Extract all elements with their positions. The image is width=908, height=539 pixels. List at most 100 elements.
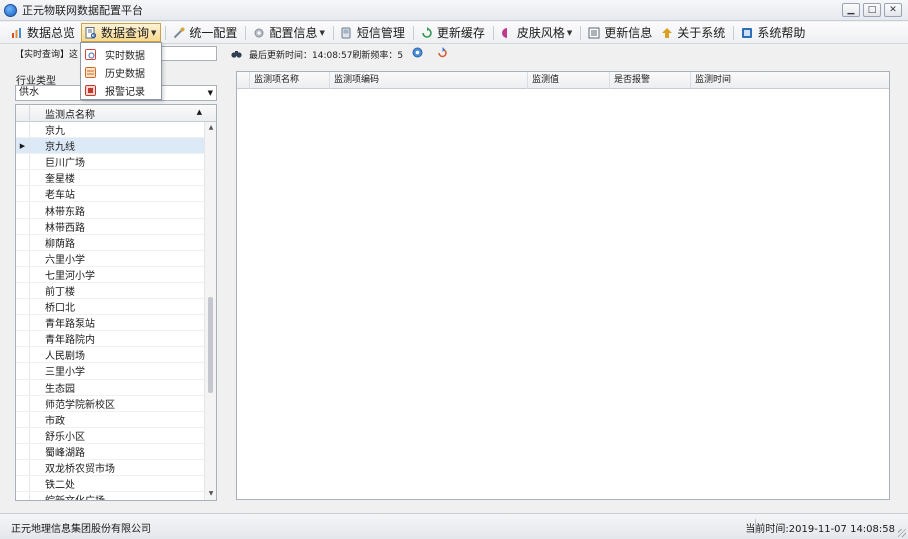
menu-update-info[interactable]: 更新信息 <box>585 23 656 42</box>
menu-label: 数据查询 <box>101 26 150 40</box>
monitor-point-grid-header: 监测点名称 ▲ <box>16 105 216 122</box>
menu-label: 短信管理 <box>356 26 405 40</box>
dropdown-item-realtime[interactable]: 实时数据 <box>81 45 161 63</box>
sms-icon <box>341 27 351 38</box>
resize-grip-icon[interactable] <box>898 529 906 537</box>
minimize-button[interactable]: ▁ <box>842 3 860 17</box>
menu-data-overview[interactable]: 数据总览 <box>8 23 79 42</box>
row-selector <box>16 154 30 170</box>
row-selector <box>16 299 30 315</box>
list-item[interactable]: 皖新文化广场 <box>16 492 204 500</box>
monitor-point-name: 巨川广场 <box>45 158 85 170</box>
list-item[interactable]: 前丁楼 <box>16 282 204 300</box>
list-item[interactable]: 青年路泵站 <box>16 315 204 332</box>
industry-type-value: 供水 <box>19 87 39 98</box>
monitor-point-name: 双龙桥农贸市场 <box>45 464 115 476</box>
column-header-item-code[interactable]: 监测项编码 <box>329 72 527 89</box>
dropdown-item-history[interactable]: 历史数据 <box>81 63 161 81</box>
menu-bar: 数据总览 数据查询 ▼ 统一配置 配置信息 ▼ 短信管理 更新缓存 皮肤风格 ▼… <box>0 22 908 44</box>
row-selector <box>16 492 30 500</box>
monitor-point-name: 柳荫路 <box>45 238 75 250</box>
chart-icon <box>12 27 21 38</box>
list-item[interactable]: 生态园 <box>16 379 204 396</box>
monitor-point-name: 林带西路 <box>45 222 85 234</box>
menu-sms-management[interactable]: 短信管理 <box>338 23 409 42</box>
row-selector <box>16 427 30 443</box>
window-title: 正元物联网数据配置平台 <box>22 4 143 17</box>
monitor-point-name: 舒乐小区 <box>45 431 85 443</box>
data-query-dropdown: 实时数据 历史数据 报警记录 <box>80 42 162 100</box>
list-item[interactable]: 林带东路 <box>16 202 204 219</box>
cache-refresh-icon <box>422 26 432 38</box>
help-icon <box>742 27 753 38</box>
dropdown-label: 历史数据 <box>105 68 145 80</box>
column-header-item-name[interactable]: 监测项名称 <box>249 72 329 89</box>
list-item[interactable]: ▶ 京九线 <box>16 138 204 155</box>
list-item[interactable]: 师范学院新校区 <box>16 395 204 412</box>
menu-label: 皮肤风格 <box>516 26 565 40</box>
maximize-button[interactable]: □ <box>863 3 881 17</box>
menu-update-cache[interactable]: 更新缓存 <box>418 23 489 42</box>
menu-skin-style[interactable]: 皮肤风格 ▼ <box>498 23 576 42</box>
menu-data-query[interactable]: 数据查询 ▼ <box>81 23 162 42</box>
list-item[interactable]: 巨川广场 <box>16 154 204 171</box>
row-selector <box>16 443 30 459</box>
monitor-point-name: 老车站 <box>45 190 75 202</box>
list-item[interactable]: 市政 <box>16 411 204 428</box>
column-header-monitor-point-name[interactable]: 监测点名称 <box>30 106 95 121</box>
settings-gear-icon[interactable] <box>411 46 424 59</box>
list-item[interactable]: 三里小学 <box>16 363 204 380</box>
menu-unified-config[interactable]: 统一配置 <box>170 23 241 42</box>
monitor-point-name: 七里河小学 <box>45 270 95 282</box>
list-item[interactable]: 桥口北 <box>16 299 204 316</box>
alarm-record-icon <box>85 84 96 96</box>
monitor-point-name: 生态园 <box>45 383 75 395</box>
menu-separator <box>580 25 582 40</box>
column-header-monitor-time[interactable]: 监测时间 <box>690 72 889 89</box>
row-selector <box>16 282 30 299</box>
close-button[interactable]: ✕ <box>884 3 902 17</box>
row-selector <box>16 331 30 347</box>
list-item[interactable]: 青年路院内 <box>16 331 204 348</box>
scroll-down-icon[interactable]: ▼ <box>205 488 216 500</box>
column-header-value[interactable]: 监测值 <box>527 72 609 89</box>
list-item[interactable]: 京九 <box>16 122 204 139</box>
row-selector <box>16 395 30 411</box>
menu-system-help[interactable]: 系统帮助 <box>738 23 809 42</box>
refresh-icon[interactable] <box>436 46 449 59</box>
list-item[interactable]: 人民剧场 <box>16 347 204 364</box>
monitor-point-name: 三里小学 <box>45 367 85 379</box>
menu-about-system[interactable]: 关于系统 <box>658 23 729 42</box>
binoculars-icon[interactable] <box>231 48 242 59</box>
window-controls: ▁ □ ✕ <box>842 3 902 17</box>
list-item[interactable]: 双龙桥农贸市场 <box>16 459 204 477</box>
list-item[interactable]: 林带西路 <box>16 218 204 235</box>
row-selector <box>16 315 30 331</box>
monitor-point-name: 铁二处 <box>45 480 75 492</box>
menu-separator <box>165 25 167 40</box>
chevron-down-icon: ▼ <box>151 28 157 37</box>
menu-label: 统一配置 <box>189 26 238 40</box>
list-item[interactable]: 柳荫路 <box>16 234 204 251</box>
list-item[interactable]: 蜀峰湖路 <box>16 443 204 460</box>
menu-config-info[interactable]: 配置信息 ▼ <box>250 23 328 42</box>
menu-separator <box>492 25 494 40</box>
row-selector <box>16 411 30 427</box>
monitor-point-name: 市政 <box>45 415 65 427</box>
list-item[interactable]: 铁二处 <box>16 476 204 493</box>
query-input[interactable] <box>156 46 217 61</box>
monitor-point-name: 林带东路 <box>45 206 85 218</box>
list-item[interactable]: 舒乐小区 <box>16 427 204 444</box>
dropdown-item-alarm[interactable]: 报警记录 <box>81 81 161 99</box>
menu-label: 更新信息 <box>604 26 653 40</box>
list-item[interactable]: 老车站 <box>16 186 204 203</box>
scrollbar-thumb[interactable] <box>208 297 213 393</box>
column-header-is-alarm[interactable]: 是否报警 <box>609 72 690 89</box>
vertical-scrollbar[interactable]: ▲ ▼ <box>204 122 216 500</box>
list-item[interactable]: 六里小学 <box>16 250 204 267</box>
list-item[interactable]: 奎星楼 <box>16 170 204 187</box>
row-selector <box>16 218 30 234</box>
list-item[interactable]: 七里河小学 <box>16 266 204 283</box>
scroll-up-icon[interactable]: ▲ <box>205 122 216 134</box>
row-selector <box>16 122 30 138</box>
